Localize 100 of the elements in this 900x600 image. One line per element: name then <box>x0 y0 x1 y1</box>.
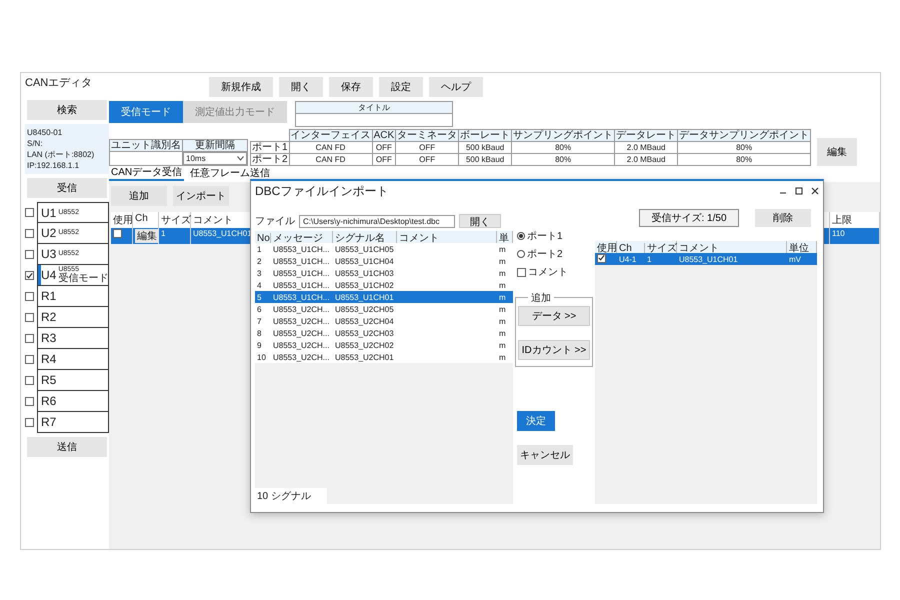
unit-item[interactable]: R5 <box>37 370 109 391</box>
table-cell-text: U4-1 <box>618 254 638 264</box>
signal-row[interactable]: 6 U8553_U2CH... U8553_U2CH05 m <box>255 303 513 315</box>
table-cell-text: U8553_U1CH... <box>272 280 330 290</box>
signal-row[interactable]: 10 U8553_U2CH... U8553_U2CH01 m <box>255 351 513 363</box>
table-cell: 2.0 MBaud <box>614 142 678 154</box>
unit-item[interactable]: R7 <box>37 412 109 433</box>
toolbar-button[interactable]: 保存 <box>329 77 373 97</box>
checkbox[interactable] <box>517 268 526 276</box>
open-button[interactable]: 開く <box>459 214 501 228</box>
toolbar-button[interactable]: ヘルプ <box>429 77 483 97</box>
table-cell: 80% <box>678 142 811 154</box>
table-header: 更新間隔 <box>182 140 248 152</box>
edit-button[interactable]: 編集 <box>135 229 159 243</box>
receive-button[interactable]: 受信 <box>27 178 107 198</box>
radio-button[interactable] <box>517 250 525 258</box>
checkbox[interactable] <box>25 418 34 427</box>
checkbox[interactable] <box>25 271 34 280</box>
action-button[interactable]: 追加 <box>111 186 167 206</box>
app-title: CANエディタ <box>25 76 94 90</box>
signal-row[interactable]: 9 U8553_U2CH... U8553_U2CH02 m <box>255 339 513 351</box>
maximize-icon[interactable] <box>795 187 803 195</box>
table-cell: 500 kBaud <box>458 154 512 166</box>
toolbar-button[interactable]: 開く <box>279 77 323 97</box>
port-label: ポート1 <box>250 142 290 154</box>
checkbox[interactable] <box>25 250 34 259</box>
checkbox[interactable] <box>25 334 34 343</box>
comment-option[interactable]: コメント <box>517 265 595 279</box>
checkbox[interactable] <box>25 313 34 322</box>
signal-row[interactable]: 7 U8553_U2CH... U8553_U2CH04 m <box>255 315 513 327</box>
data-tab[interactable]: CANデータ受信 <box>109 167 184 181</box>
table-cell-text: U8553_U2CH... <box>272 328 330 338</box>
signal-row[interactable]: 2 U8553_U1CH... U8553_U1CH04 m <box>255 255 513 267</box>
unit-item[interactable]: R2 <box>37 307 109 328</box>
table-cell-text: U8553_U2CH01 <box>334 352 395 362</box>
unit-item[interactable]: R4 <box>37 349 109 370</box>
search-button[interactable]: 検索 <box>27 100 107 120</box>
add-button[interactable]: データ >> <box>518 306 590 326</box>
table-header: インターフェイス <box>289 130 372 142</box>
checkbox[interactable] <box>25 229 34 238</box>
unit-mode: 受信モード <box>58 274 108 284</box>
unit-item[interactable]: R1 <box>37 286 109 307</box>
caret-icon <box>237 156 244 161</box>
add-button[interactable]: IDカウント >> <box>518 340 590 360</box>
port-radio[interactable]: ポート1 <box>517 229 595 243</box>
delete-button[interactable]: 削除 <box>755 209 811 227</box>
signal-row[interactable]: 8 U8553_U2CH... U8553_U2CH03 m <box>255 327 513 339</box>
send-button[interactable]: 送信 <box>27 437 107 457</box>
signal-row[interactable]: 5 U8553_U1CH... U8553_U1CH01 m <box>255 291 513 303</box>
radio-button[interactable] <box>517 232 525 240</box>
unit-item[interactable]: R6 <box>37 391 109 412</box>
table-cell: OFF <box>396 142 459 154</box>
port-radio[interactable]: ポート2 <box>517 247 595 261</box>
table-cell: 110 <box>830 228 880 244</box>
table-cell: CAN FD <box>289 142 372 154</box>
unit-name: R5 <box>41 373 56 387</box>
table-cell-text: 9 <box>256 340 262 350</box>
selected-signal-row[interactable]: U4-1 1 U8553_U1CH01 mV <box>595 253 817 265</box>
checkbox[interactable] <box>25 376 34 385</box>
edit-button[interactable]: 編集 <box>817 138 858 166</box>
interval-dropdown[interactable]: 10ms <box>183 152 247 165</box>
receive-size-button[interactable]: 受信サイズ: 1/50 <box>639 209 739 227</box>
table-cell: 1 <box>159 228 191 244</box>
title-header: タイトル <box>296 102 452 114</box>
table-header: ユニット識別名 <box>110 140 182 152</box>
signal-row[interactable]: 4 U8553_U1CH... U8553_U1CH02 m <box>255 279 513 291</box>
table-cell: 500 kBaud <box>458 142 512 154</box>
table-header: サンプリングポイント <box>512 130 615 142</box>
device-info-text: LAN (ポート:8802) <box>27 149 96 160</box>
table-cell: 80% <box>512 154 615 166</box>
checkbox[interactable] <box>597 254 606 263</box>
action-button[interactable]: インポート <box>173 186 229 206</box>
table-cell-text: U8553_U2CH... <box>272 316 330 326</box>
mode-tab[interactable]: 受信モード <box>109 101 183 123</box>
table-cell-text: 1 <box>646 254 652 264</box>
unit-name: U1 <box>41 206 56 220</box>
unit-name-field[interactable] <box>110 152 182 166</box>
checkbox[interactable] <box>25 355 34 364</box>
checkbox[interactable] <box>25 208 34 217</box>
signal-row[interactable]: 3 U8553_U1CH... U8553_U1CH03 m <box>255 267 513 279</box>
table-cell-text: U8553_U2CH03 <box>334 328 395 338</box>
signal-row[interactable]: 1 U8553_U1CH... U8553_U1CH05 m <box>255 243 513 255</box>
cancel-button[interactable]: キャンセル <box>517 445 573 465</box>
table-cell-text: m <box>498 340 507 350</box>
table-cell-text: U8553_U1CH05 <box>334 244 395 254</box>
ok-button[interactable]: 決定 <box>517 411 555 431</box>
unit-name: R1 <box>41 289 56 303</box>
device-info-text: U8450-01 <box>27 127 64 138</box>
checkbox[interactable] <box>25 292 34 301</box>
checkbox[interactable] <box>113 229 122 238</box>
checkbox[interactable] <box>25 397 34 406</box>
table-header: データサンプリングポイント <box>678 130 811 142</box>
unit-name: R4 <box>41 352 56 366</box>
file-label: ファイル <box>255 215 295 228</box>
unit-item[interactable]: R3 <box>37 328 109 349</box>
toolbar-button[interactable]: 設定 <box>379 77 423 97</box>
close-icon[interactable] <box>811 187 819 195</box>
toolbar-button[interactable]: 新規作成 <box>209 77 273 97</box>
table-cell-text: U8553_U2CH... <box>272 352 330 362</box>
file-path-field[interactable]: C:\Users\y-nichimura\Desktop\test.dbc <box>299 214 455 228</box>
